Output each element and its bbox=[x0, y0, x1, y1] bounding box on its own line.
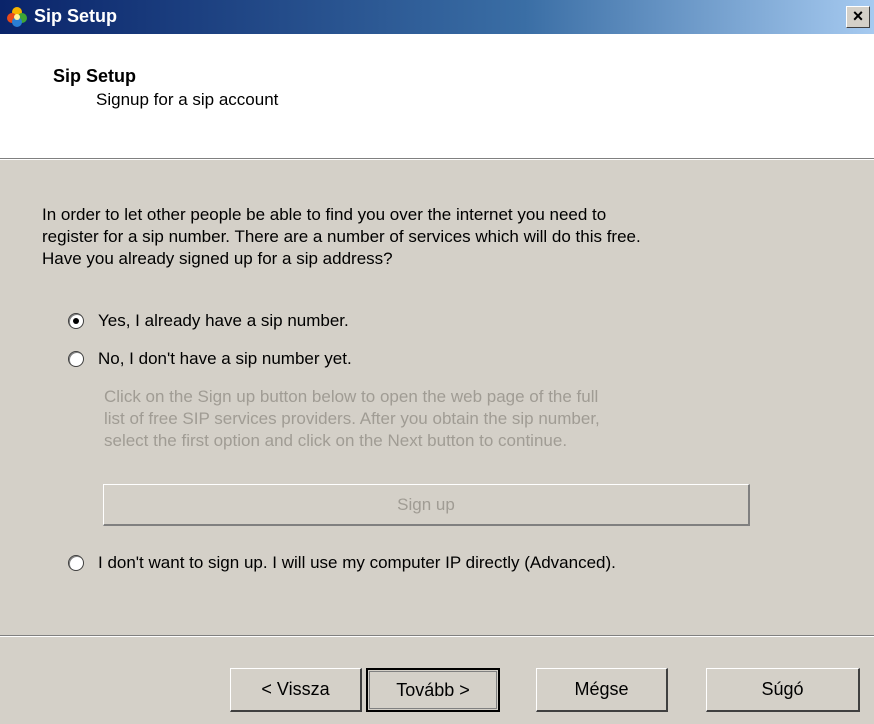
cancel-button[interactable]: Mégse bbox=[536, 668, 668, 712]
sip-setup-dialog: Sip Setup × Sip Setup Signup for a sip a… bbox=[0, 0, 874, 724]
title-bar[interactable]: Sip Setup × bbox=[0, 0, 874, 34]
window-title: Sip Setup bbox=[34, 6, 118, 26]
help-button[interactable]: Súgó bbox=[706, 668, 860, 712]
intro-line: In order to let other people be able to … bbox=[42, 205, 607, 224]
intro-text: In order to let other people be able to … bbox=[42, 204, 842, 270]
footer-divider bbox=[0, 635, 874, 637]
option-label[interactable]: No, I don't have a sip number yet. bbox=[98, 349, 352, 369]
page-subtitle: Signup for a sip account bbox=[96, 90, 279, 109]
option-no-sip-number[interactable]: No, I don't have a sip number yet. bbox=[68, 347, 352, 371]
help-line: select the first option and click on the… bbox=[104, 431, 568, 450]
intro-line: Have you already signed up for a sip add… bbox=[42, 249, 393, 268]
header-divider bbox=[0, 158, 874, 160]
radio-button[interactable] bbox=[68, 351, 84, 367]
radio-button[interactable] bbox=[68, 555, 84, 571]
header-panel: Sip Setup Signup for a sip account bbox=[0, 34, 874, 158]
help-line: Click on the Sign up button below to ope… bbox=[104, 387, 599, 406]
signup-help-text: Click on the Sign up button below to ope… bbox=[104, 386, 764, 452]
close-button[interactable]: × bbox=[846, 6, 870, 28]
app-flower-icon bbox=[7, 7, 27, 27]
intro-line: register for a sip number. There are a n… bbox=[42, 227, 641, 246]
option-label[interactable]: I don't want to sign up. I will use my c… bbox=[98, 553, 616, 573]
page-title: Sip Setup bbox=[53, 66, 137, 86]
close-icon: × bbox=[852, 6, 864, 26]
option-label[interactable]: Yes, I already have a sip number. bbox=[98, 311, 349, 331]
signup-button[interactable]: Sign up bbox=[103, 484, 750, 526]
option-use-ip-directly[interactable]: I don't want to sign up. I will use my c… bbox=[68, 551, 616, 575]
next-button[interactable]: Tovább > bbox=[366, 668, 500, 712]
help-line: list of free SIP services providers. Aft… bbox=[104, 409, 600, 428]
option-have-sip-number[interactable]: Yes, I already have a sip number. bbox=[68, 309, 349, 333]
back-button[interactable]: < Vissza bbox=[230, 668, 362, 712]
radio-button-checked[interactable] bbox=[68, 313, 84, 329]
